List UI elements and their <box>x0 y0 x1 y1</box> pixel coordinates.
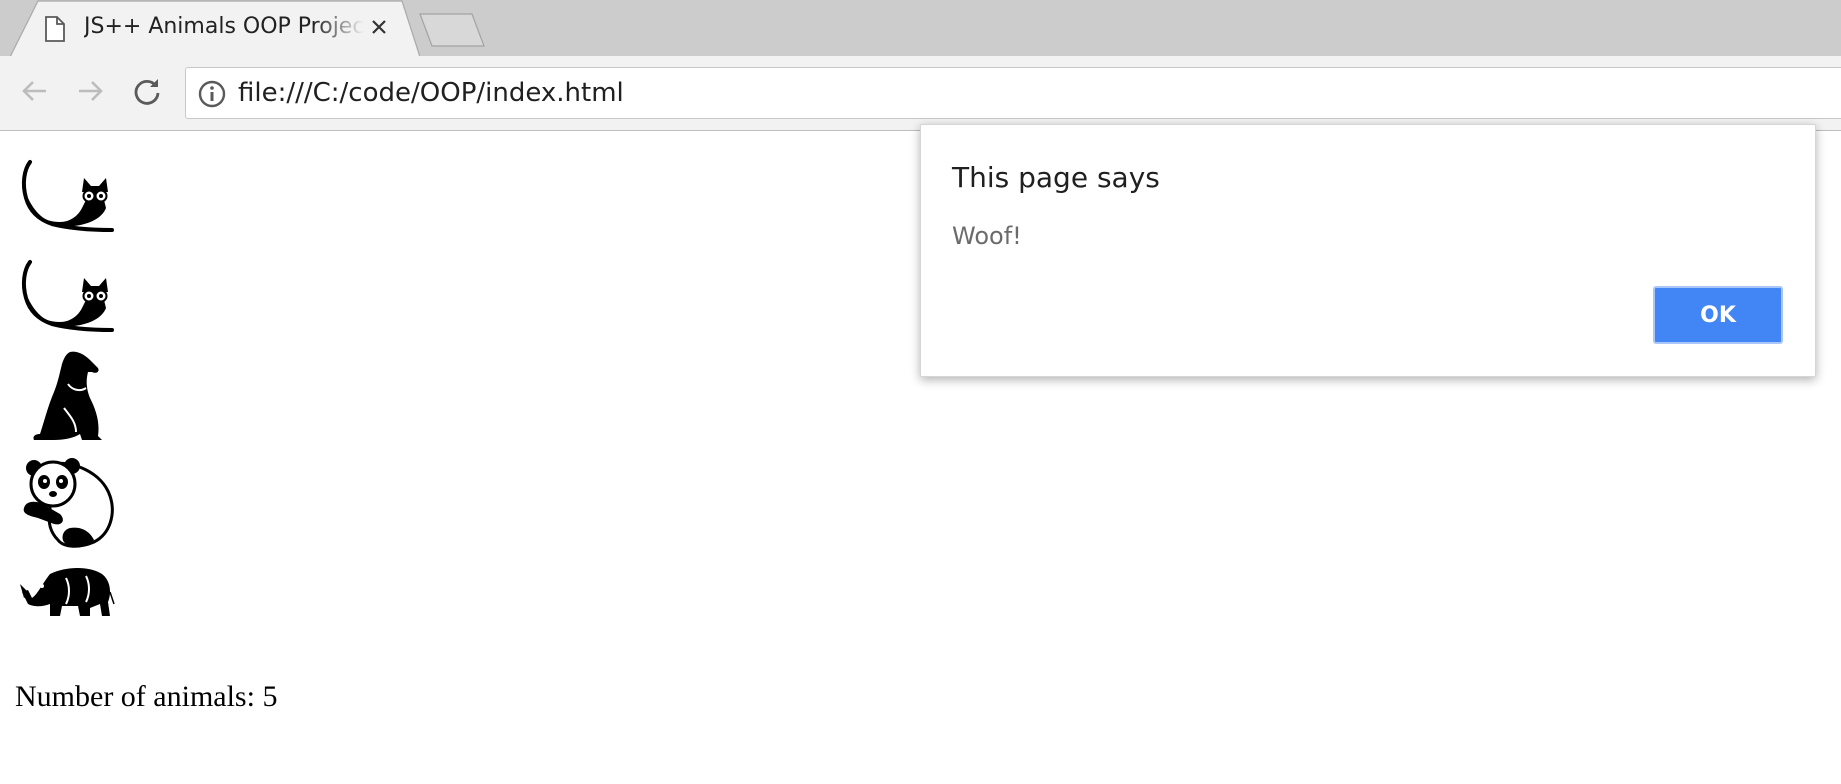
address-bar[interactable]: file:///C:/code/OOP/index.html <box>185 67 1841 119</box>
close-tab-icon[interactable] <box>366 14 392 40</box>
forward-button[interactable] <box>71 74 109 112</box>
url-text[interactable]: file:///C:/code/OOP/index.html <box>238 77 624 109</box>
document-icon <box>44 16 66 46</box>
forward-arrow-icon <box>75 76 105 110</box>
cat-icon <box>20 158 116 238</box>
browser-toolbar: file:///C:/code/OOP/index.html <box>0 56 1841 131</box>
dialog-title: This page says <box>952 161 1160 194</box>
tab-strip: JS++ Animals OOP Project <box>0 0 1841 58</box>
reload-button[interactable] <box>128 74 166 112</box>
back-button[interactable] <box>16 74 54 112</box>
info-icon[interactable] <box>198 80 226 112</box>
alert-dialog: This page says Woof! OK <box>920 124 1816 377</box>
dialog-message: Woof! <box>952 222 1022 250</box>
cat-icon <box>20 258 116 338</box>
rhino-icon <box>20 564 116 632</box>
tab-title: JS++ Animals OOP Project <box>84 14 364 39</box>
animal-count-text: Number of animals: 5 <box>15 680 278 713</box>
tab-active[interactable]: JS++ Animals OOP Project <box>10 0 420 58</box>
dog-icon <box>20 350 116 446</box>
ok-button[interactable]: OK <box>1653 286 1783 344</box>
back-arrow-icon <box>20 76 50 110</box>
new-tab-button[interactable] <box>418 12 488 48</box>
panda-icon <box>20 456 116 552</box>
reload-icon <box>132 76 162 110</box>
